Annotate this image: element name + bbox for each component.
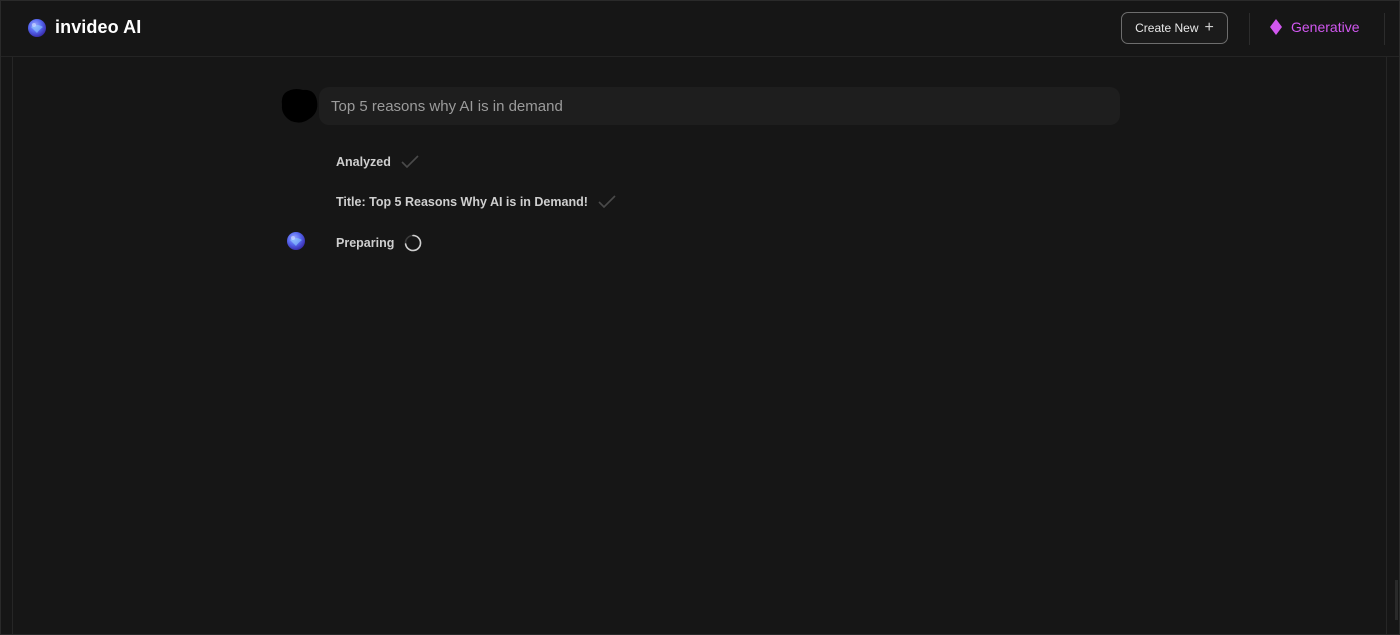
step-label: Preparing [336,236,395,250]
header-divider [1249,13,1250,45]
right-border [1386,57,1387,634]
step-analyzed: Analyzed [336,155,420,169]
app-window: invideo AI Create New + Generative Top 5… [0,0,1400,635]
step-preparing: Preparing [336,233,423,253]
brand-home-link[interactable]: invideo AI [27,17,141,38]
generative-button[interactable]: Generative [1269,18,1359,36]
top-header: invideo AI Create New + Generative [1,1,1399,57]
create-new-button[interactable]: Create New + [1121,12,1228,44]
step-title: Title: Top 5 Reasons Why AI is in Demand… [336,195,617,209]
spinner-icon [405,234,422,252]
left-border [12,57,13,634]
header-divider-right [1384,13,1385,45]
invideo-bot-avatar-icon [287,232,305,250]
step-label: Title: Top 5 Reasons Why AI is in Demand… [336,195,588,209]
scrollbar[interactable] [1395,580,1398,620]
user-avatar [281,89,318,123]
prompt-message: Top 5 reasons why AI is in demand [319,87,1120,125]
prompt-text: Top 5 reasons why AI is in demand [331,97,563,115]
plus-icon: + [1204,19,1214,36]
diamond-icon [1270,19,1282,35]
create-new-label: Create New [1135,21,1199,35]
generative-label: Generative [1291,19,1360,35]
invideo-logo-icon [28,18,46,37]
step-label: Analyzed [336,155,391,169]
brand-name: invideo AI [55,17,142,37]
check-icon [598,195,616,209]
check-icon [401,155,419,169]
